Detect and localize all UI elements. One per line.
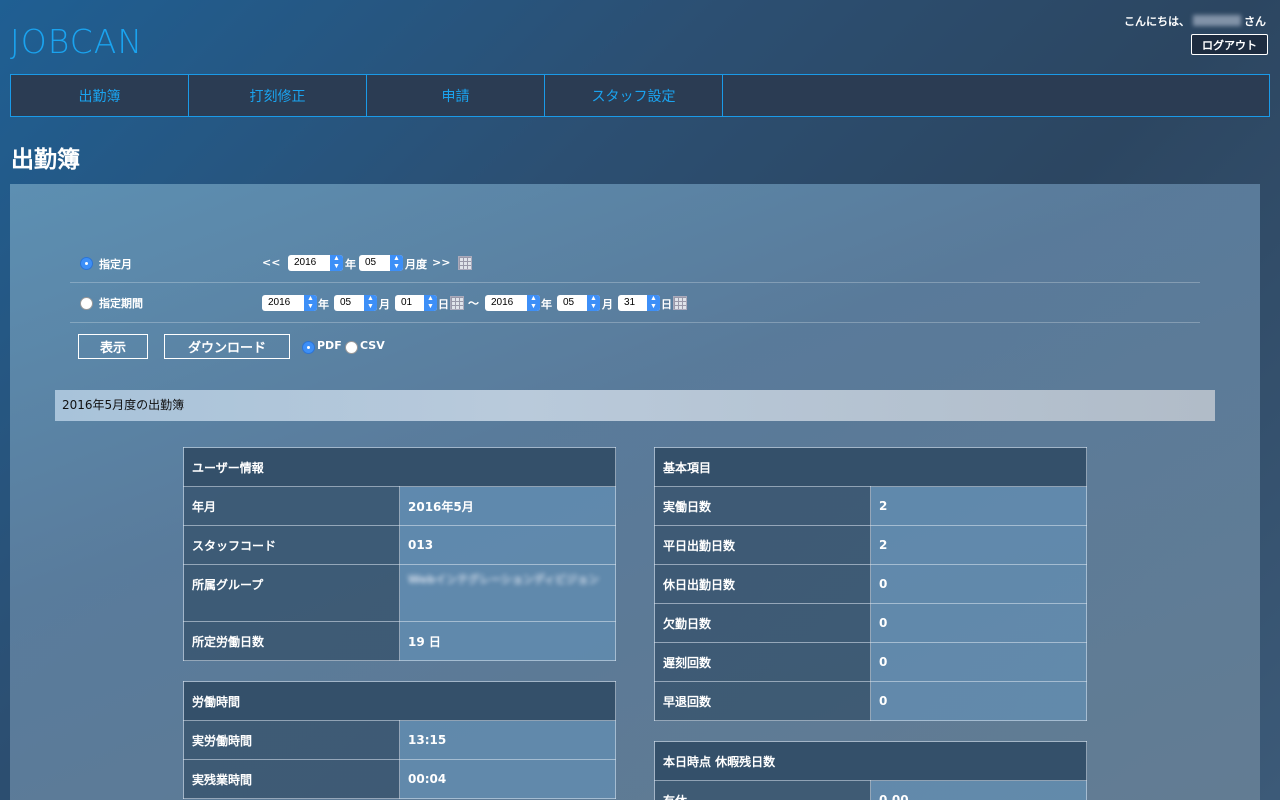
radio-csv[interactable] xyxy=(345,341,358,354)
radio-month[interactable] xyxy=(80,257,93,270)
chevron-updown-icon: ▲ ▼ xyxy=(330,255,343,271)
filter-row-period: 指定期間 2016 ▲ ▼ 年 05 ▲ ▼ 月 01 ▲ ▼ 日 〜 2016 ▲ ▼ 年 0… xyxy=(70,283,1200,323)
month-year-select[interactable]: 2016 ▲ ▼ xyxy=(288,255,343,271)
table-row: 実残業時間 00:04 xyxy=(183,759,616,799)
jobcan-logo: JOBCAN xyxy=(10,22,144,61)
table-row: 平日出勤日数 2 xyxy=(654,525,1087,565)
table-row: 遅刻回数 0 xyxy=(654,642,1087,682)
logout-button[interactable]: ログアウト xyxy=(1191,34,1268,55)
table-row: 実働日数 2 xyxy=(654,486,1087,526)
summary-title: 2016年5月度の出勤簿 xyxy=(55,390,1215,421)
basic-items-title: 基本項目 xyxy=(654,447,1087,487)
main-nav: 出勤簿 打刻修正 申請 スタッフ設定 xyxy=(10,74,1270,117)
tab-punch-correction[interactable]: 打刻修正 xyxy=(189,75,367,116)
table-row: スタッフコード 013 xyxy=(183,525,616,565)
tab-staff-settings[interactable]: スタッフ設定 xyxy=(545,75,723,116)
month-month-select[interactable]: 05 ▲ ▼ xyxy=(359,255,403,271)
filter-row-month: 指定月 << 2016 ▲ ▼ 年 05 ▲ ▼ 月度 >> xyxy=(70,243,1200,283)
calendar-icon[interactable] xyxy=(673,296,687,310)
tab-attendance[interactable]: 出勤簿 xyxy=(11,75,189,116)
group-name-redacted: Webインテグレーションディビジョン xyxy=(408,573,600,586)
table-row: 所属グループ Webインテグレーションディビジョン xyxy=(183,564,616,622)
month-label: 指定月 xyxy=(99,258,132,271)
chevron-updown-icon: ▲ ▼ xyxy=(390,255,403,271)
next-month-link[interactable]: >> xyxy=(432,256,450,269)
table-row: 所定労働日数 19 日 xyxy=(183,621,616,661)
table-row: 休日出勤日数 0 xyxy=(654,564,1087,604)
calendar-icon[interactable] xyxy=(450,296,464,310)
table-row: 有休0.00 xyxy=(654,780,1087,800)
work-time-title: 労働時間 xyxy=(183,681,616,721)
table-row: 実労働時間 13:15 xyxy=(183,720,616,760)
tab-application[interactable]: 申請 xyxy=(367,75,545,116)
pdf-label: PDF xyxy=(317,339,342,352)
table-row: 欠勤日数 0 xyxy=(654,603,1087,643)
csv-label: CSV xyxy=(360,339,385,352)
from-day-select[interactable]: 01 ▲ ▼ xyxy=(395,295,437,311)
period-label: 指定期間 xyxy=(99,297,143,310)
to-month-select[interactable]: 05 ▲ ▼ xyxy=(557,295,600,311)
calendar-icon[interactable] xyxy=(458,256,472,270)
from-year-select[interactable]: 2016 ▲ ▼ xyxy=(262,295,317,311)
user-info-title: ユーザー情報 xyxy=(183,447,616,487)
work-time-table: 労働時間 実労働時間 13:15 実残業時間 00:04 xyxy=(183,681,616,799)
chevron-updown-icon: ▲ ▼ xyxy=(424,295,437,311)
radio-pdf[interactable] xyxy=(302,341,315,354)
table-row: 早退回数 0 xyxy=(654,681,1087,721)
chevron-updown-icon: ▲ ▼ xyxy=(647,295,660,311)
chevron-updown-icon: ▲ ▼ xyxy=(587,295,600,311)
to-year-select[interactable]: 2016 ▲ ▼ xyxy=(485,295,540,311)
leave-balance-title: 本日時点 休暇残日数 xyxy=(654,741,1087,781)
download-button[interactable]: ダウンロード xyxy=(164,334,290,359)
chevron-updown-icon: ▲ ▼ xyxy=(364,295,377,311)
basic-items-table: 基本項目 実働日数 2 平日出勤日数 2 休日出勤日数 0 欠勤日数 0 遅刻回数 0 早… xyxy=(654,447,1087,721)
show-button[interactable]: 表示 xyxy=(78,334,148,359)
radio-period[interactable] xyxy=(80,297,93,310)
table-row: 年月 2016年5月 xyxy=(183,486,616,526)
username-redacted xyxy=(1193,15,1241,26)
leave-balance-table: 本日時点 休暇残日数 有休0.00 xyxy=(654,741,1087,800)
to-day-select[interactable]: 31 ▲ ▼ xyxy=(618,295,660,311)
user-info-table: ユーザー情報 年月 2016年5月 スタッフコード 013 所属グループ Webインテ… xyxy=(183,447,616,661)
chevron-updown-icon: ▲ ▼ xyxy=(304,295,317,311)
chevron-updown-icon: ▲ ▼ xyxy=(527,295,540,311)
greeting: こんにちは、 さん xyxy=(1124,15,1266,28)
page-title: 出勤簿 xyxy=(11,147,80,173)
main-panel: 指定月 << 2016 ▲ ▼ 年 05 ▲ ▼ 月度 >> 指定期間 2016 ▲ ▼ 年… xyxy=(10,184,1260,800)
prev-month-link[interactable]: << xyxy=(262,256,280,269)
from-month-select[interactable]: 05 ▲ ▼ xyxy=(334,295,377,311)
